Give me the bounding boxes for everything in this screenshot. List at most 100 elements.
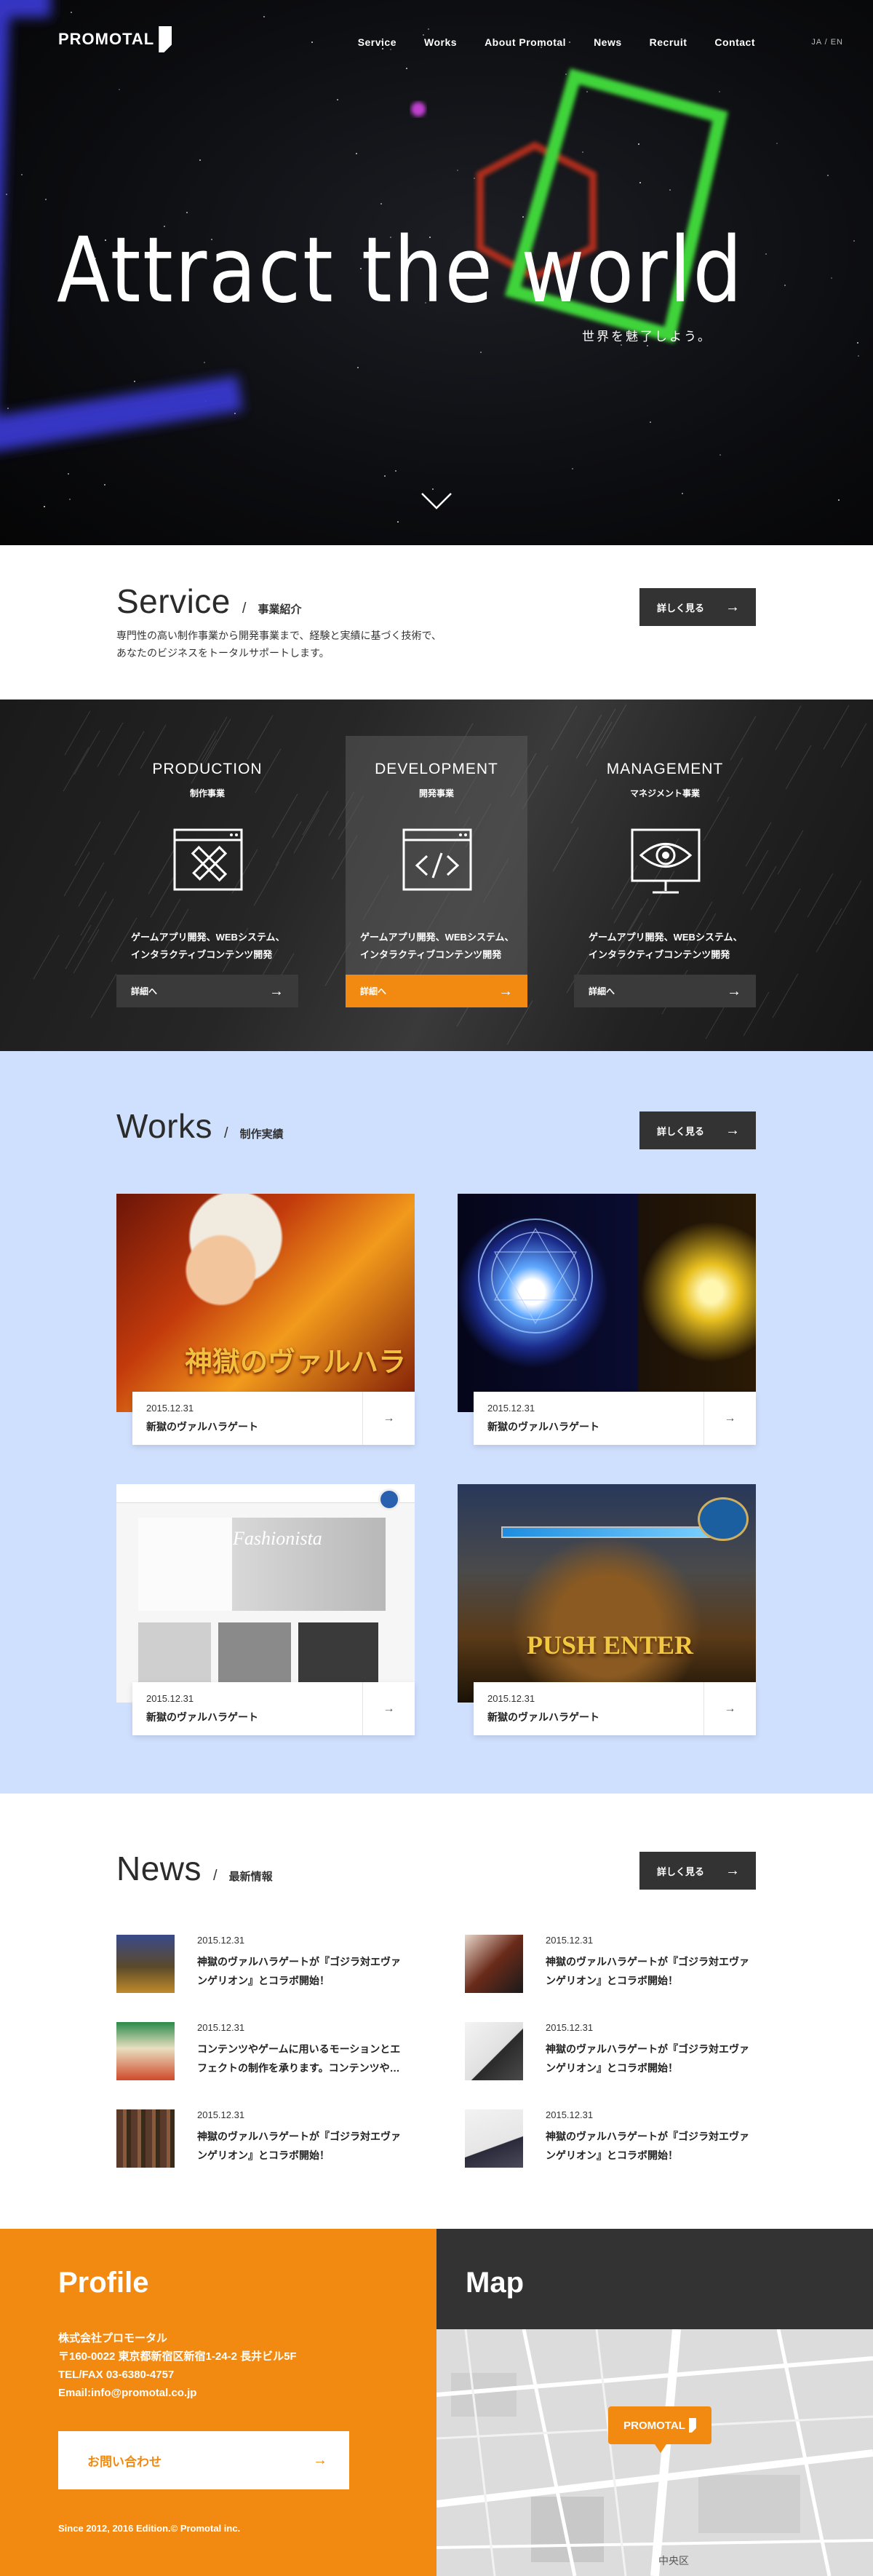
map-pin-marker[interactable]: PROMOTAL bbox=[608, 2406, 711, 2453]
news-heading: News / 最新情報 bbox=[116, 1849, 273, 1888]
service-intro-text: 専門性の高い制作事業から開発事業まで、経験と実績に基づく技術で、 あなたのビジネ… bbox=[116, 627, 442, 662]
rain-streak bbox=[74, 821, 101, 866]
news-headline: 神獄のヴァルハラゲートが『ゴジラ対エヴァ ンゲリオン』とコラボ開始！ bbox=[197, 2127, 423, 2165]
work-item[interactable]: PUSH ENTER 2015.12.31 新獄のヴァルハラゲート → bbox=[458, 1484, 756, 1761]
section-subtitle: 最新情報 bbox=[228, 1871, 273, 1883]
news-item[interactable]: 2015.12.31 神獄のヴァルハラゲートが『ゴジラ対エヴァ ンゲリオン』とコラ… bbox=[116, 1935, 422, 2000]
development-detail-button[interactable]: 詳細へ → bbox=[346, 975, 527, 1007]
section-title: News bbox=[116, 1850, 202, 1887]
rain-streak bbox=[807, 873, 834, 918]
arrow-right-icon: → bbox=[725, 1863, 740, 1879]
work-item[interactable]: 神獄のヴァルハラ 2015.12.31 新獄のヴァルハラゲート → bbox=[116, 1194, 415, 1470]
code-window-icon bbox=[402, 828, 472, 891]
service-card-management: MANAGEMENT マネジメント事業 ゲームアプリ開発、WEBシステム、 イン… bbox=[574, 736, 756, 1007]
work-title: 新獄のヴァルハラゲート bbox=[146, 1711, 258, 1723]
photo-tile bbox=[298, 1622, 378, 1688]
arrow-right-icon[interactable]: → bbox=[703, 1392, 756, 1445]
work-item[interactable]: Fashionista 2015.12.31 新獄のヴァルハラゲート → bbox=[116, 1484, 415, 1761]
news-date: 2015.12.31 bbox=[197, 2109, 245, 2120]
contact-button[interactable]: お問い合わせ → bbox=[58, 2431, 349, 2489]
rain-streak bbox=[63, 852, 90, 897]
desc-line: ゲームアプリ開発、WEBシステム、 bbox=[131, 932, 285, 943]
button-label: お問い合わせ bbox=[87, 2454, 162, 2469]
works-more-button[interactable]: 詳しく見る → bbox=[639, 1111, 756, 1149]
photo-tile bbox=[138, 1622, 211, 1688]
skip-badge-graphic bbox=[698, 1497, 749, 1541]
hero-title: Attract the world bbox=[57, 218, 744, 323]
news-headline: 神獄のヴァルハラゲートが『ゴジラ対エヴァ ンゲリオン』とコラボ開始！ bbox=[546, 2127, 771, 2165]
news-item[interactable]: 2015.12.31 神獄のヴァルハラゲートが『ゴジラ対エヴァ ンゲリオン』とコラ… bbox=[116, 2109, 422, 2175]
language-switch[interactable]: JA / EN bbox=[811, 38, 843, 47]
management-detail-button[interactable]: 詳細へ → bbox=[574, 975, 756, 1007]
work-date: 2015.12.31 bbox=[146, 1403, 194, 1414]
arrow-right-icon[interactable]: → bbox=[362, 1682, 415, 1735]
company-email[interactable]: Email:info@promotal.co.jp bbox=[58, 2384, 297, 2402]
map-title: Map bbox=[466, 2267, 524, 2299]
desc-line: ゲームアプリ開発、WEBシステム、 bbox=[589, 932, 743, 943]
arrow-right-icon[interactable]: → bbox=[362, 1392, 415, 1445]
news-more-button[interactable]: 詳しく見る → bbox=[639, 1852, 756, 1890]
hero-subtitle: 世界を魅了しよう。 bbox=[582, 330, 712, 344]
profile-section: Profile 株式会社プロモータル 〒160-0022 東京都新宿区新宿1-2… bbox=[0, 2229, 436, 2576]
company-address: 〒160-0022 東京都新宿区新宿1-24-2 長井ビル5F bbox=[58, 2350, 297, 2363]
work-title: 新獄のヴァルハラゲート bbox=[487, 1711, 599, 1723]
arrow-right-icon[interactable]: → bbox=[703, 1682, 756, 1735]
work-date: 2015.12.31 bbox=[487, 1693, 535, 1704]
news-headline: 神獄のヴァルハラゲートが『ゴジラ対エヴァ ンゲリオン』とコラボ開始！ bbox=[546, 2040, 771, 2077]
section-subtitle: 制作実績 bbox=[239, 1128, 284, 1141]
work-thumbnail[interactable]: 神獄のヴァルハラ bbox=[116, 1194, 415, 1412]
news-item[interactable]: 2015.12.31 神獄のヴァルハラゲートが『ゴジラ対エヴァ ンゲリオン』とコラ… bbox=[465, 2109, 770, 2175]
button-label: 詳しく見る bbox=[657, 602, 705, 614]
magic-circle-graphic bbox=[478, 1218, 593, 1333]
nav-item-about[interactable]: About Promotal bbox=[485, 36, 566, 48]
news-thumbnail bbox=[116, 2109, 175, 2168]
nav-item-contact[interactable]: Contact bbox=[714, 36, 755, 48]
map-area-label: 中央区 bbox=[658, 2555, 689, 2567]
service-more-button[interactable]: 詳しく見る → bbox=[639, 588, 756, 626]
thumbnail-caption: 神獄のヴァルハラ bbox=[184, 1347, 406, 1378]
work-date: 2015.12.31 bbox=[146, 1693, 194, 1704]
rain-streak bbox=[80, 891, 107, 936]
work-item[interactable]: 2015.12.31 新獄のヴァルハラゲート → bbox=[458, 1194, 756, 1470]
logo[interactable]: PROMOTAL bbox=[58, 26, 172, 52]
arrow-right-icon: → bbox=[725, 599, 740, 615]
section-title: Works bbox=[116, 1107, 212, 1145]
car-logo-icon bbox=[378, 1489, 400, 1510]
news-item[interactable]: 2015.12.31 コンテンツやゲームに用いるモーションとエ フェクトの制作を承… bbox=[116, 2022, 422, 2088]
gauge-bar-graphic bbox=[501, 1526, 712, 1538]
news-date: 2015.12.31 bbox=[546, 2109, 594, 2120]
rain-streak bbox=[73, 730, 100, 775]
map-view[interactable]: PROMOTAL 中央区 bbox=[436, 2329, 873, 2576]
rain-streak bbox=[87, 898, 114, 943]
news-thumbnail bbox=[465, 2022, 523, 2080]
news-item[interactable]: 2015.12.31 神獄のヴァルハラゲートが『ゴジラ対エヴァ ンゲリオン』とコラ… bbox=[465, 1935, 770, 2000]
nav-item-works[interactable]: Works bbox=[424, 36, 457, 48]
headline-line: ンゲリオン』とコラボ開始！ bbox=[546, 1975, 678, 1986]
rain-streak bbox=[73, 929, 100, 974]
work-date: 2015.12.31 bbox=[487, 1403, 535, 1414]
service-description: ゲームアプリ開発、WEBシステム、 インタラクティブコンテンツ開発 bbox=[131, 929, 285, 964]
nav-item-service[interactable]: Service bbox=[358, 36, 396, 48]
news-headline: コンテンツやゲームに用いるモーションとエ フェクトの制作を承ります。コンテンツや… bbox=[197, 2040, 423, 2077]
production-detail-button[interactable]: 詳細へ → bbox=[116, 975, 298, 1007]
rain-streak bbox=[774, 888, 801, 933]
headline-line: ンゲリオン』とコラボ開始！ bbox=[546, 2149, 678, 2161]
profile-title: Profile bbox=[58, 2267, 149, 2299]
work-thumbnail[interactable]: Fashionista bbox=[116, 1484, 415, 1703]
work-card: 2015.12.31 新獄のヴァルハラゲート → bbox=[132, 1392, 415, 1445]
service-name-jp: 制作事業 bbox=[189, 788, 225, 798]
work-thumbnail[interactable]: PUSH ENTER bbox=[458, 1484, 756, 1703]
copyright: Since 2012, 2016 Edition.© Promotal inc. bbox=[58, 2523, 241, 2534]
main-nav: Service Works About Promotal News Recrui… bbox=[358, 36, 755, 48]
section-title: Service bbox=[116, 582, 231, 620]
intro-line: あなたのビジネスをトータルサポートします。 bbox=[116, 647, 330, 659]
chevron-down-icon[interactable] bbox=[420, 491, 453, 511]
nav-item-news[interactable]: News bbox=[594, 36, 622, 48]
thumbnail-caption: PUSH ENTER bbox=[527, 1630, 694, 1660]
news-item[interactable]: 2015.12.31 神獄のヴァルハラゲートが『ゴジラ対エヴァ ンゲリオン』とコラ… bbox=[465, 2022, 770, 2088]
button-label: 詳細へ bbox=[131, 986, 158, 996]
news-thumbnail bbox=[465, 2109, 523, 2168]
hero-section: PROMOTAL Service Works About Promotal Ne… bbox=[0, 0, 873, 545]
nav-item-recruit[interactable]: Recruit bbox=[650, 36, 687, 48]
work-thumbnail[interactable] bbox=[458, 1194, 756, 1412]
